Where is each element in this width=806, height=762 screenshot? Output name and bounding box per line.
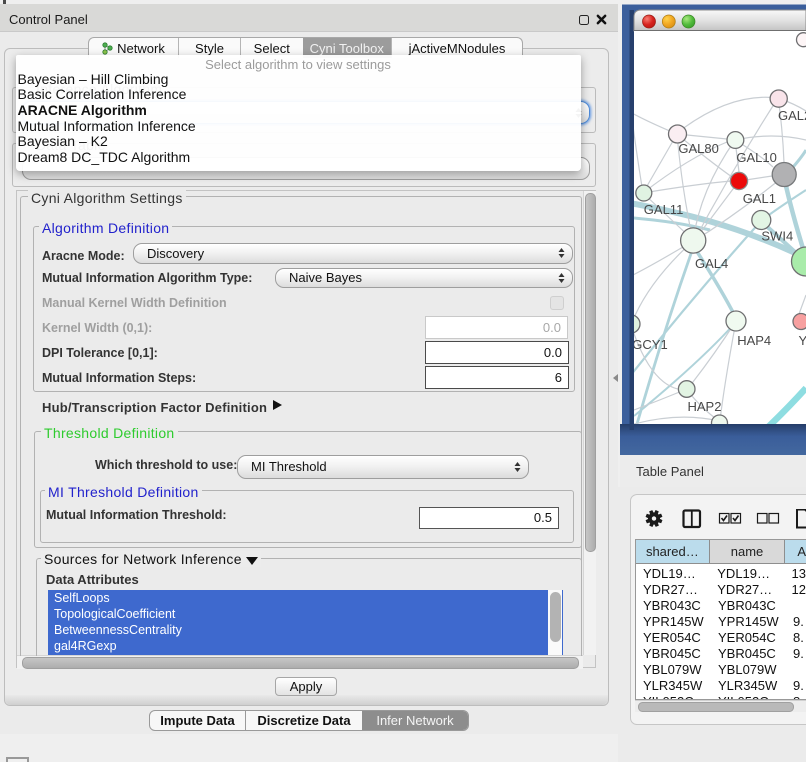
svg-text:GCY1: GCY1 bbox=[632, 337, 667, 352]
svg-text:GAL1: GAL1 bbox=[743, 191, 776, 206]
svg-text:HAP4: HAP4 bbox=[737, 333, 771, 348]
svg-text:HAP2: HAP2 bbox=[688, 399, 722, 414]
svg-text:SWI4: SWI4 bbox=[761, 229, 793, 244]
svg-text:GAL80: GAL80 bbox=[678, 141, 718, 156]
svg-text:GAL2: GAL2 bbox=[778, 108, 806, 123]
svg-text:GAL10: GAL10 bbox=[736, 150, 776, 165]
svg-text:GAL11: GAL11 bbox=[644, 202, 684, 217]
svg-text:GAL4: GAL4 bbox=[695, 256, 728, 271]
svg-text:YEL: YEL bbox=[799, 333, 806, 348]
